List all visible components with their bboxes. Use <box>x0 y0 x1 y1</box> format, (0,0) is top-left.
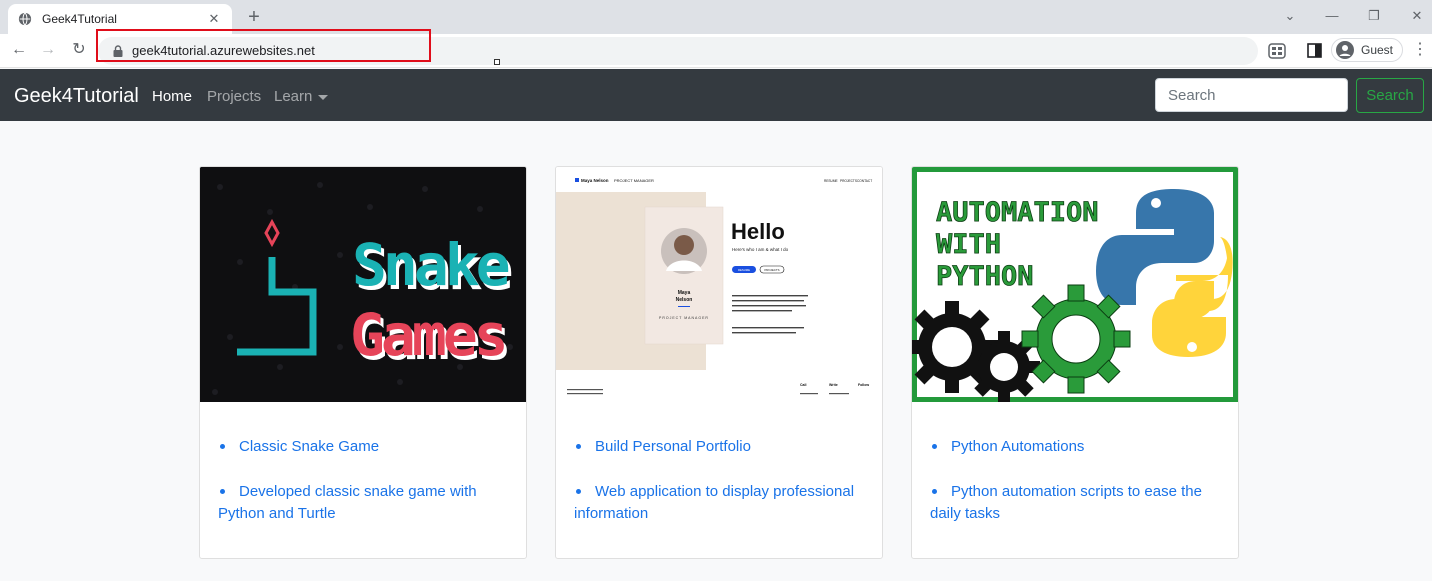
restore-icon[interactable]: ❐ <box>1364 8 1384 24</box>
automation-art: AUTOMATION WITH PYTHON <box>912 167 1238 402</box>
extension-icon[interactable] <box>1268 43 1286 59</box>
snake-art-word-2-color: Games <box>350 301 505 369</box>
snake-game-art: Snake Snake Games Games <box>200 167 526 402</box>
avatar-icon <box>1336 41 1354 59</box>
mockup-nav-2: PROJECTS <box>840 179 857 183</box>
close-window-icon[interactable]: ✕ <box>1407 8 1427 24</box>
profile-button[interactable]: Guest <box>1331 38 1403 62</box>
nav-projects[interactable]: Projects <box>207 88 261 105</box>
card-link-description[interactable]: Python automation scripts to ease the da… <box>930 481 1220 525</box>
project-card-portfolio: Maya Nelson PROJECT MANAGER RESUME PROJE… <box>555 166 883 559</box>
card-link-title[interactable]: Classic Snake Game <box>218 436 508 458</box>
nav-home[interactable]: Home <box>152 88 192 105</box>
search-input[interactable] <box>1155 78 1348 112</box>
mockup-brand: Maya Nelson <box>581 178 609 183</box>
forward-icon[interactable]: → <box>37 39 59 61</box>
card-link-description[interactable]: Developed classic snake game with Python… <box>218 481 508 525</box>
profile-label: Guest <box>1361 43 1394 57</box>
mockup-nav-1: RESUME <box>824 179 838 183</box>
mockup-footer-3: Follow <box>858 383 869 387</box>
tab-search-icon[interactable]: ⌄ <box>1280 8 1300 24</box>
side-panel-icon[interactable] <box>1307 43 1322 58</box>
url-highlight-box <box>96 29 431 62</box>
mockup-nav-3: CONTACT <box>857 179 872 183</box>
project-card-automation: AUTOMATION WITH PYTHON Python Automation… <box>911 166 1239 559</box>
mockup-tagline: Here's who I am & what I do <box>732 247 789 252</box>
portfolio-image: Maya Nelson PROJECT MANAGER RESUME PROJE… <box>556 167 882 402</box>
mockup-card-role: PROJECT MANAGER <box>659 316 709 320</box>
nav-learn-dropdown[interactable]: Learn <box>274 88 329 105</box>
mockup-button-1: RESUME <box>738 268 750 272</box>
automation-art-line-3: PYTHON <box>936 261 1034 292</box>
card-list: Build Personal Portfolio Web application… <box>574 436 864 525</box>
reload-icon[interactable]: ↻ <box>68 39 90 61</box>
card-link-title[interactable]: Build Personal Portfolio <box>574 436 864 458</box>
card-list: Python Automations Python automation scr… <box>930 436 1220 525</box>
automation-art-line-1: AUTOMATION <box>936 197 1099 228</box>
search-button[interactable]: Search <box>1356 78 1424 113</box>
globe-icon <box>18 12 32 26</box>
snake-game-image: Snake Snake Games Games <box>200 167 526 402</box>
card-body: Classic Snake Game Developed classic sna… <box>200 402 526 548</box>
mockup-footer-2: Write <box>829 383 838 387</box>
mockup-role: PROJECT MANAGER <box>614 178 654 183</box>
mockup-card-name-1: Maya <box>678 290 691 296</box>
card-body: Build Personal Portfolio Web application… <box>556 402 882 548</box>
card-link-description[interactable]: Web application to display professional … <box>574 481 864 525</box>
mockup-footer-1: Call <box>800 383 806 387</box>
project-card-snake: Snake Snake Games Games Classic Snake Ga… <box>199 166 527 559</box>
site-navbar: Geek4Tutorial Home Projects Learn Search <box>0 69 1432 121</box>
minimize-icon[interactable]: — <box>1322 8 1342 23</box>
back-icon[interactable]: ← <box>8 39 30 61</box>
new-tab-button[interactable]: + <box>244 5 264 29</box>
mockup-card-name-2: Nelson <box>676 297 693 303</box>
caret-down-icon <box>318 94 329 100</box>
mockup-button-2: PROJECTS <box>765 268 780 272</box>
snake-art-word-1-color: Snake <box>352 231 509 299</box>
snake-title-art: Snake Snake Games Games <box>350 231 516 373</box>
close-tab-icon[interactable]: ✕ <box>206 11 222 27</box>
nav-learn-label: Learn <box>274 88 313 105</box>
portfolio-mockup-art: Maya Nelson PROJECT MANAGER RESUME PROJE… <box>556 167 882 402</box>
resize-handle <box>494 59 500 65</box>
card-list: Classic Snake Game Developed classic sna… <box>218 436 508 525</box>
automation-image: AUTOMATION WITH PYTHON <box>912 167 1238 402</box>
tab-title: Geek4Tutorial <box>42 12 117 26</box>
mockup-hello: Hello <box>731 219 785 244</box>
site-brand[interactable]: Geek4Tutorial <box>14 85 139 108</box>
card-link-title[interactable]: Python Automations <box>930 436 1220 458</box>
automation-art-line-2: WITH <box>936 229 1001 260</box>
menu-icon[interactable]: ⋮ <box>1412 42 1428 58</box>
card-body: Python Automations Python automation scr… <box>912 402 1238 548</box>
